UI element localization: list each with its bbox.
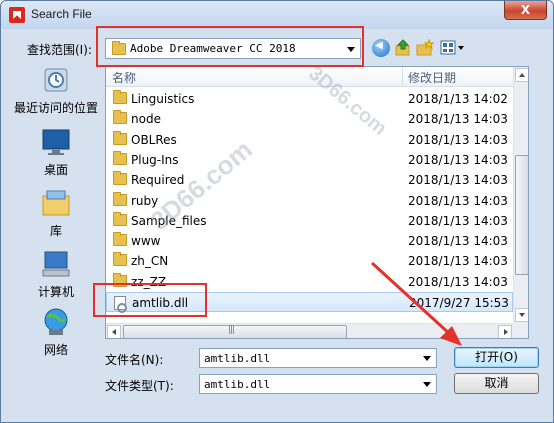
file-row[interactable]: zz_ZZ 2018/1/13 14:03 — [106, 272, 513, 292]
place-label: 桌面 — [43, 163, 68, 177]
folder-icon — [113, 90, 127, 104]
file-name: node — [131, 112, 161, 127]
file-name: ruby — [131, 193, 159, 208]
vertical-scrollbar[interactable] — [513, 67, 528, 323]
file-modified-date: 2018/1/13 14:03 — [408, 234, 508, 249]
file-row[interactable]: amtlib.dll 2017/9/27 15:53 — [106, 292, 513, 313]
folder-icon — [113, 272, 127, 287]
place-label: 库 — [49, 224, 62, 238]
column-header-date[interactable]: 修改日期 — [408, 69, 456, 86]
file-name: amtlib.dll — [132, 296, 189, 310]
file-name-input[interactable]: amtlib.dll — [199, 348, 437, 368]
search-file-dialog: Search File X 查找范围(I): Adobe Dreamweaver… — [0, 0, 554, 423]
file-modified-date: 2018/1/13 14:03 — [408, 132, 508, 147]
file-row[interactable]: Required 2018/1/13 14:03 — [106, 170, 513, 190]
file-type-value: amtlib.dll — [204, 378, 271, 391]
file-name: OBLRes — [131, 132, 177, 147]
folder-icon — [113, 191, 127, 206]
file-row[interactable]: Plug-Ins 2018/1/13 14:03 — [106, 150, 513, 170]
file-name: zz_ZZ — [131, 274, 167, 289]
file-type-label: 文件类型(T): — [105, 379, 174, 393]
chevron-down-icon[interactable] — [423, 356, 431, 361]
file-modified-date: 2018/1/13 14:03 — [408, 213, 508, 228]
file-modified-date: 2018/1/13 14:03 — [408, 152, 508, 167]
scroll-right-icon[interactable] — [498, 325, 512, 338]
file-type-select[interactable]: amtlib.dll — [199, 374, 437, 394]
file-modified-date: 2017/9/27 15:53 — [409, 296, 509, 310]
look-in-combo[interactable]: Adobe Dreamweaver CC 2018 — [105, 38, 361, 59]
folder-icon — [113, 130, 127, 145]
column-divider[interactable] — [402, 67, 403, 87]
file-modified-date: 2018/1/13 14:03 — [408, 173, 508, 188]
file-name-value: amtlib.dll — [204, 352, 271, 365]
folder-icon — [113, 150, 127, 165]
scroll-down-icon[interactable] — [515, 308, 528, 322]
scroll-up-icon[interactable] — [515, 68, 528, 82]
file-name: Required — [131, 173, 185, 188]
title-bar[interactable]: Search File X — [1, 1, 553, 29]
folder-icon — [113, 110, 127, 125]
look-in-label: 查找范围(I): — [27, 43, 92, 57]
file-name: Sample_files — [131, 213, 207, 228]
file-name: Linguistics — [131, 92, 195, 106]
file-modified-date: 2018/1/13 14:03 — [408, 274, 508, 289]
chevron-down-icon[interactable] — [347, 47, 355, 52]
folder-icon — [112, 41, 126, 55]
network-icon — [39, 307, 73, 337]
look-in-value: Adobe Dreamweaver CC 2018 — [130, 42, 296, 55]
horizontal-scroll-thumb[interactable] — [123, 325, 347, 338]
scroll-corner — [513, 323, 528, 338]
place-label: 最近访问的位置 — [13, 101, 98, 115]
vertical-scroll-thumb[interactable] — [515, 155, 528, 275]
library-icon — [39, 188, 73, 218]
file-modified-date: 2018/1/13 14:03 — [408, 112, 508, 127]
computer-icon — [39, 249, 73, 279]
file-name: www — [131, 234, 161, 249]
list-header: 名称 修改日期 — [106, 67, 528, 87]
folder-icon — [113, 211, 127, 226]
place-label: 网络 — [43, 343, 68, 357]
file-row[interactable]: ruby 2018/1/13 14:03 — [106, 191, 513, 211]
cancel-button[interactable]: 取消 — [454, 373, 539, 394]
file-name: Plug-Ins — [131, 152, 179, 167]
chevron-down-icon[interactable] — [423, 382, 431, 387]
places-bar: 最近访问的位置 桌面 库 计算机 网络 — [11, 63, 101, 363]
file-name: zh_CN — [131, 254, 169, 269]
place-recent[interactable]: 最近访问的位置 — [11, 65, 101, 116]
place-desktop[interactable]: 桌面 — [11, 127, 101, 178]
file-row[interactable]: www 2018/1/13 14:03 — [106, 231, 513, 251]
window-title: Search File — [31, 7, 92, 21]
desktop-icon — [39, 127, 73, 157]
close-button[interactable]: X — [504, 1, 547, 20]
file-modified-date: 2018/1/13 14:02 — [408, 92, 508, 106]
folder-icon — [113, 252, 127, 267]
recent-places-icon — [39, 65, 73, 95]
file-name-label: 文件名(N): — [105, 353, 164, 367]
file-row[interactable]: zh_CN 2018/1/13 14:03 — [106, 251, 513, 271]
place-library[interactable]: 库 — [11, 188, 101, 239]
file-modified-date: 2018/1/13 14:03 — [408, 254, 508, 269]
new-folder-icon[interactable] — [416, 38, 435, 57]
folder-icon — [113, 171, 127, 186]
dll-file-icon — [114, 296, 127, 313]
file-modified-date: 2018/1/13 14:03 — [408, 193, 508, 208]
file-row[interactable]: Linguistics 2018/1/13 14:02 — [106, 89, 513, 109]
view-menu-icon[interactable] — [440, 39, 466, 57]
app-logo-icon — [9, 7, 25, 23]
column-header-name[interactable]: 名称 — [112, 69, 136, 86]
place-network[interactable]: 网络 — [11, 307, 101, 358]
back-arrow-icon[interactable] — [372, 39, 390, 57]
folder-icon — [113, 232, 127, 247]
up-folder-icon[interactable] — [394, 39, 412, 57]
file-list: 名称 修改日期 Linguistics 2018/1/13 14:02 node 20… — [105, 66, 529, 339]
horizontal-scrollbar[interactable] — [106, 323, 513, 338]
file-row[interactable]: Sample_files 2018/1/13 14:03 — [106, 211, 513, 231]
file-row[interactable]: OBLRes 2018/1/13 14:03 — [106, 130, 513, 150]
place-label: 计算机 — [37, 285, 74, 299]
scroll-left-icon[interactable] — [107, 325, 121, 338]
place-computer[interactable]: 计算机 — [11, 249, 101, 300]
file-row[interactable]: node 2018/1/13 14:03 — [106, 109, 513, 129]
open-button[interactable]: 打开(O) — [454, 347, 539, 368]
